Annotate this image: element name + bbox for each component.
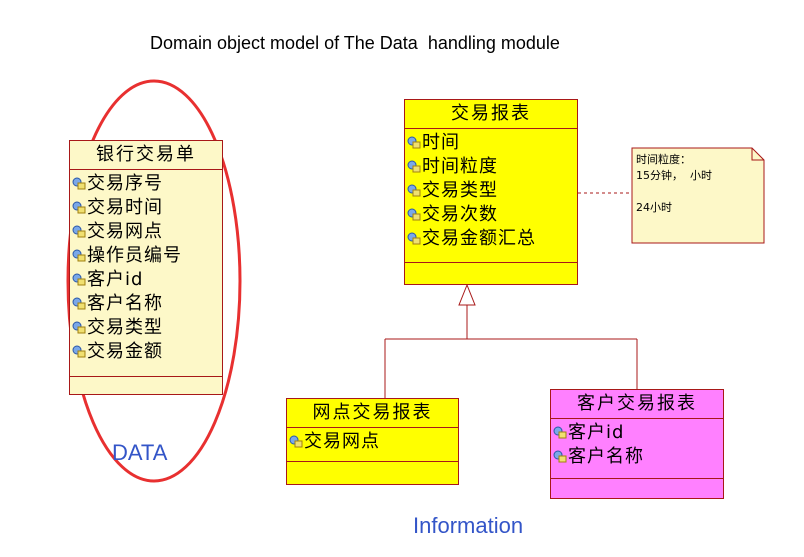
attribute-icon xyxy=(407,136,421,149)
attribute-row: 客户id xyxy=(553,421,723,445)
attribute-icon xyxy=(553,450,567,463)
attribute-icon xyxy=(407,232,421,245)
attribute-row: 操作员编号 xyxy=(72,244,222,268)
time-granularity-note: 时间粒度： 15分钟， 小时 24小时 xyxy=(632,148,764,243)
attribute-icon xyxy=(553,426,567,439)
class-branch-report[interactable]: 网点交易报表 交易网点 xyxy=(286,398,459,485)
class-name: 银行交易单 xyxy=(70,141,222,170)
attribute-icon xyxy=(289,435,303,448)
attribute-row: 交易网点 xyxy=(72,220,222,244)
note-text: 时间粒度： 15分钟， 小时 24小时 xyxy=(636,153,712,214)
attribute-row: 交易类型 xyxy=(407,179,577,203)
attribute-icon xyxy=(407,160,421,173)
attribute-icon xyxy=(72,249,86,262)
class-operations xyxy=(551,479,723,497)
class-attributes: 交易序号 交易时间 交易网点 操作员编号 客户id 客户名称 交易类型 交易金额 xyxy=(70,170,222,377)
class-operations xyxy=(405,263,577,281)
attribute-icon xyxy=(72,201,86,214)
attribute-row: 交易金额 xyxy=(72,340,222,364)
attribute-row: 客户id xyxy=(72,268,222,292)
class-bank-transaction[interactable]: 银行交易单 交易序号 交易时间 交易网点 操作员编号 客户id 客户名称 交易类… xyxy=(69,140,223,395)
class-operations xyxy=(70,377,222,395)
class-customer-report[interactable]: 客户交易报表 客户id 客户名称 xyxy=(550,389,724,499)
attribute-icon xyxy=(72,321,86,334)
attribute-icon xyxy=(407,184,421,197)
attribute-icon xyxy=(72,273,86,286)
attribute-row: 客户名称 xyxy=(553,445,723,469)
generalization-arrowhead xyxy=(458,283,476,306)
attribute-icon xyxy=(72,225,86,238)
attribute-row: 交易类型 xyxy=(72,316,222,340)
data-label: DATA xyxy=(112,440,168,465)
class-transaction-report[interactable]: 交易报表 时间 时间粒度 交易类型 交易次数 交易金额汇总 xyxy=(404,99,578,285)
attribute-row: 客户名称 xyxy=(72,292,222,316)
attribute-row: 交易金额汇总 xyxy=(407,227,577,251)
information-label: Information xyxy=(413,513,524,538)
attribute-row: 时间粒度 xyxy=(407,155,577,179)
attribute-icon xyxy=(407,208,421,221)
class-name: 交易报表 xyxy=(405,100,577,129)
attribute-row: 交易时间 xyxy=(72,196,222,220)
class-attributes: 交易网点 xyxy=(287,428,458,462)
class-operations xyxy=(287,462,458,480)
class-attributes: 时间 时间粒度 交易类型 交易次数 交易金额汇总 xyxy=(405,129,577,263)
attribute-row: 交易次数 xyxy=(407,203,577,227)
class-attributes: 客户id 客户名称 xyxy=(551,419,723,479)
attribute-row: 交易序号 xyxy=(72,172,222,196)
class-name: 网点交易报表 xyxy=(287,399,458,428)
attribute-row: 时间 xyxy=(407,131,577,155)
attribute-icon xyxy=(72,297,86,310)
attribute-icon xyxy=(72,177,86,190)
attribute-row: 交易网点 xyxy=(289,430,458,454)
attribute-icon xyxy=(72,345,86,358)
class-name: 客户交易报表 xyxy=(551,390,723,419)
